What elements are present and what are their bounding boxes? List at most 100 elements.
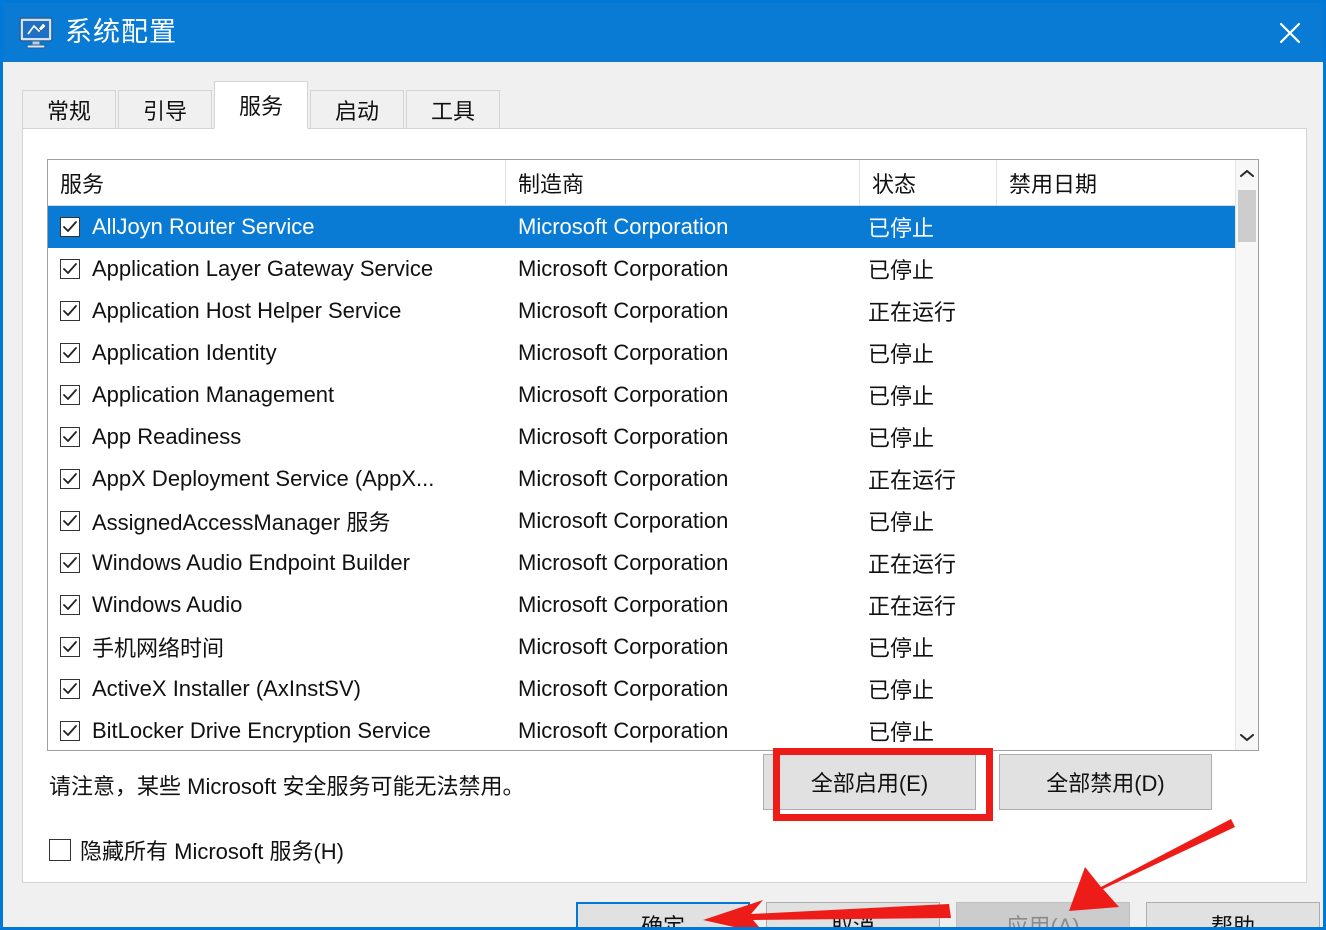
tab-boot[interactable]: 引导 (118, 90, 212, 128)
tab-general[interactable]: 常规 (22, 90, 116, 128)
status-cell: 已停止 (868, 426, 935, 451)
tab-startup[interactable]: 启动 (310, 90, 404, 128)
manufacturer-cell: Microsoft Corporation (518, 466, 729, 491)
cancel-button[interactable]: 取消 (766, 902, 940, 927)
chevron-up-icon[interactable] (1236, 160, 1258, 186)
services-tab-panel: 服务 制造商 状态 禁用日期 AllJoyn Router Service Mic… (22, 128, 1307, 883)
disable-date-cell (1048, 416, 1233, 458)
table-row[interactable]: AssignedAccessManager 服务 Microsoft Corpor… (48, 500, 1237, 542)
service-checkbox[interactable] (60, 679, 80, 699)
window-title: 系统配置 (65, 17, 177, 47)
services-list-header: 服务 制造商 状态 禁用日期 (48, 160, 1258, 206)
status-cell: 正在运行 (868, 300, 957, 325)
manufacturer-cell: Microsoft Corporation (518, 592, 729, 617)
close-icon[interactable] (1257, 3, 1323, 62)
disable-all-button[interactable]: 全部禁用(D) (999, 754, 1212, 810)
service-checkbox[interactable] (60, 511, 80, 531)
table-row[interactable]: Application Management Microsoft Corporat… (48, 374, 1237, 416)
status-cell: 已停止 (868, 342, 935, 367)
table-row[interactable]: Application Identity Microsoft Corporatio… (48, 332, 1237, 374)
manufacturer-cell: Microsoft Corporation (518, 214, 729, 239)
service-checkbox[interactable] (60, 553, 80, 573)
column-header-disable-date[interactable]: 禁用日期 (997, 160, 1237, 206)
table-row[interactable]: Application Layer Gateway Service Microso… (48, 248, 1237, 290)
security-notice-text: 请注意，某些 Microsoft 安全服务可能无法禁用。 (49, 774, 525, 799)
tab-label: 常规 (46, 98, 91, 124)
table-row[interactable]: Windows Audio Microsoft Corporation 正在运行 (48, 584, 1237, 626)
hide-microsoft-services-row[interactable]: 隐藏所有 Microsoft 服务(H) (49, 834, 344, 866)
services-list: 服务 制造商 状态 禁用日期 AllJoyn Router Service Mic… (47, 159, 1259, 751)
service-checkbox[interactable] (60, 721, 80, 741)
table-row[interactable]: AppX Deployment Service (AppX... Microsof… (48, 458, 1237, 500)
disable-date-cell (1048, 374, 1233, 416)
service-checkbox[interactable] (60, 259, 80, 279)
manufacturer-cell: Microsoft Corporation (518, 718, 729, 743)
column-header-status[interactable]: 状态 (860, 160, 997, 206)
enable-all-button[interactable]: 全部启用(E) (763, 754, 976, 810)
service-checkbox[interactable] (60, 595, 80, 615)
service-name-cell: Windows Audio Endpoint Builder (92, 550, 410, 575)
tab-label: 引导 (142, 98, 187, 124)
service-checkbox[interactable] (60, 385, 80, 405)
service-name-cell: AllJoyn Router Service (92, 206, 504, 248)
tab-tools[interactable]: 工具 (406, 90, 500, 128)
column-header-service[interactable]: 服务 (48, 160, 506, 206)
manufacturer-cell: Microsoft Corporation (518, 298, 729, 323)
services-rows: AllJoyn Router Service Microsoft Corporat… (48, 206, 1237, 750)
services-scrollbar[interactable] (1235, 160, 1258, 750)
service-name-cell: Application Host Helper Service (92, 298, 402, 323)
disable-date-cell (1048, 542, 1233, 584)
manufacturer-cell: Microsoft Corporation (518, 424, 729, 449)
service-name-cell: 手机网络时间 (92, 636, 225, 661)
disable-date-cell (1048, 500, 1233, 542)
table-row[interactable]: Windows Audio Endpoint Builder Microsoft … (48, 542, 1237, 584)
disable-date-cell (1048, 332, 1233, 374)
service-name-cell: App Readiness (92, 424, 242, 449)
scrollbar-thumb[interactable] (1238, 190, 1256, 242)
manufacturer-cell: Microsoft Corporation (518, 256, 729, 281)
service-name-cell: BitLocker Drive Encryption Service (92, 718, 431, 743)
service-name-cell: Windows Audio (92, 592, 243, 617)
service-name-cell: ActiveX Installer (AxInstSV) (92, 676, 361, 701)
help-button[interactable]: 帮助 (1146, 902, 1320, 927)
status-cell: 已停止 (868, 510, 935, 535)
status-cell: 已停止 (868, 258, 935, 283)
service-checkbox[interactable] (60, 637, 80, 657)
table-row[interactable]: 手机网络时间 Microsoft Corporation 已停止 (48, 626, 1237, 668)
disable-date-cell (1048, 458, 1233, 500)
table-row[interactable]: Application Host Helper Service Microsoft… (48, 290, 1237, 332)
manufacturer-cell: Microsoft Corporation (518, 676, 729, 701)
status-cell: 已停止 (868, 636, 935, 661)
disable-date-cell (1048, 584, 1233, 626)
status-cell: 正在运行 (868, 594, 957, 619)
table-row[interactable]: AllJoyn Router Service Microsoft Corporat… (48, 206, 1237, 248)
tab-label: 服务 (238, 94, 283, 119)
manufacturer-cell: Microsoft Corporation (518, 508, 729, 533)
manufacturer-cell: Microsoft Corporation (518, 550, 729, 575)
status-cell: 已停止 (868, 720, 935, 745)
tab-services[interactable]: 服务 (214, 81, 308, 129)
service-checkbox[interactable] (60, 217, 80, 237)
apply-button[interactable]: 应用(A) (956, 902, 1130, 927)
chevron-down-icon[interactable] (1236, 724, 1258, 750)
service-name-cell: AssignedAccessManager 服务 (92, 510, 391, 535)
table-row[interactable]: ActiveX Installer (AxInstSV) Microsoft Co… (48, 668, 1237, 710)
hide-microsoft-services-checkbox[interactable] (49, 839, 71, 861)
status-cell: 正在运行 (868, 468, 957, 493)
service-checkbox[interactable] (60, 301, 80, 321)
ok-button[interactable]: 确定 (576, 902, 750, 927)
disable-date-cell (1048, 626, 1233, 668)
service-name-cell: AppX Deployment Service (AppX... (92, 466, 435, 491)
column-header-manufacturer[interactable]: 制造商 (506, 160, 860, 206)
disable-date-cell (1048, 248, 1233, 290)
table-row[interactable]: App Readiness Microsoft Corporation 已停止 (48, 416, 1237, 458)
tab-label: 工具 (430, 98, 475, 124)
disable-date-cell (1048, 710, 1233, 750)
table-row[interactable]: BitLocker Drive Encryption Service Micros… (48, 710, 1237, 750)
disable-date-cell (1048, 206, 1233, 248)
service-checkbox[interactable] (60, 343, 80, 363)
service-checkbox[interactable] (60, 469, 80, 489)
manufacturer-cell: Microsoft Corporation (518, 382, 729, 407)
title-bar: 系统配置 (3, 3, 1323, 62)
service-checkbox[interactable] (60, 427, 80, 447)
